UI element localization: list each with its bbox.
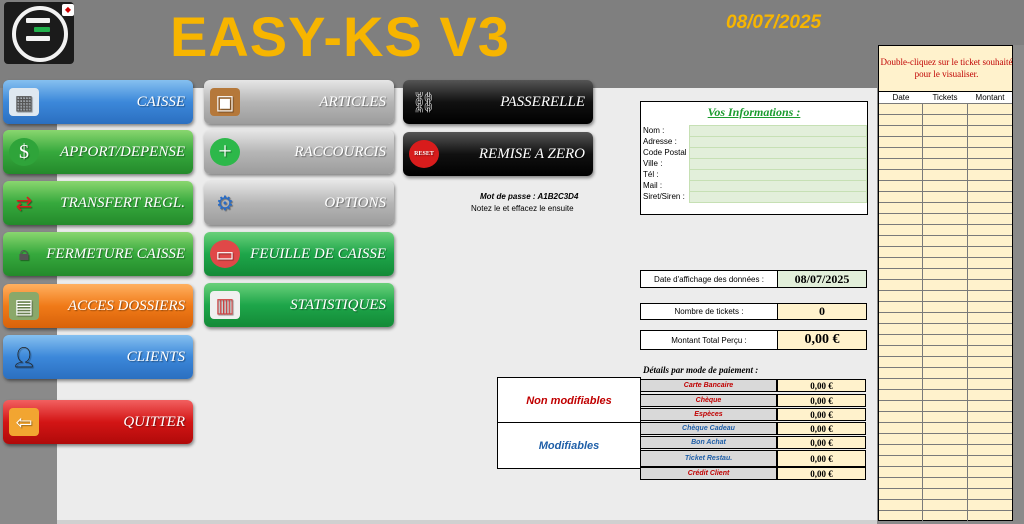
tickets-label: Nombre de tickets : [674,307,744,316]
quitter-button[interactable]: ⇦ QUITTER [3,400,193,444]
col-tickets-header: Tickets [932,93,958,102]
payment-amount: 0,00 € [777,408,866,421]
payment-name: Chèque Cadeau [640,422,777,435]
date-label-box: Date d'affichage des données : [640,270,778,288]
payment-name: Bon Achat [640,436,777,449]
password-note: Notez le et effacez le ensuite [471,204,574,213]
box-icon: ▣ [210,88,240,116]
info-form: Vos Informations : Nom : Adresse : Code … [640,101,868,215]
reset-button-icon: RESET [409,140,439,168]
header-bar [0,0,1024,88]
options-button[interactable]: ⚙ OPTIONS [204,181,394,225]
payment-name: Chèque [640,394,777,407]
plus-icon: + [210,138,240,166]
display-date-field[interactable]: 08/07/2025 [777,270,867,288]
folder-icon: ▤ [9,292,39,320]
chain-link-icon: ⛓ [411,91,437,114]
payment-amount[interactable]: 0,00 € [777,422,866,435]
group-modifiables: Modifiables [497,422,641,469]
acces-dossiers-button[interactable]: ▤ ACCES DOSSIERS [3,284,193,328]
tickets-count: 0 [777,303,867,320]
payment-details-title: Détails par mode de paiement : [643,365,759,375]
remise-a-zero-button[interactable]: RESET REMISE A ZERO [403,132,593,176]
tickets-table-body[interactable] [879,103,1012,521]
statistiques-button[interactable]: ▥ STATISTIQUES [204,283,394,327]
payment-name: Espèces [640,408,777,421]
total-label-box: Montant Total Perçu : [640,330,778,350]
total-label: Montant Total Perçu : [671,335,747,345]
group-non-modifiables: Non modifiables [497,377,641,424]
payment-amount[interactable]: 0,00 € [777,436,866,449]
gear-icon: ⚙ [216,192,234,215]
field-siret: Siret/Siren : [641,191,867,203]
right-margin [1013,45,1024,524]
padlock-icon: 🔒︎ [18,242,30,265]
payment-amount: 0,00 € [777,394,866,407]
apport-depense-button[interactable]: $ APPORT/DEPENSE [3,130,193,174]
articles-button[interactable]: ▣ ARTICLES [204,80,394,124]
payment-amount: 0,00 € [777,467,866,480]
cash-sheet-icon: ▭ [210,240,240,268]
header-date: 08/07/2025 [726,12,822,33]
chart-icon: ▥ [210,291,240,319]
user-icon: 👤︎ [11,346,37,369]
fermeture-caisse-button[interactable]: 🔒︎ FERMETURE CAISSE [3,232,193,276]
caisse-button[interactable]: ▦ CAISSE [3,80,193,124]
tickets-label-box: Nombre de tickets : [640,303,778,320]
payment-name: Crédit Client [640,467,777,480]
clients-button[interactable]: 👤︎ CLIENTS [3,335,193,379]
total-amount: 0,00 € [777,330,867,350]
exit-door-icon: ⇦ [9,408,39,436]
field-adresse: Adresse : [641,136,867,148]
payment-name: Carte Bancaire [640,379,777,392]
field-ville: Ville : [641,158,867,170]
date-label: Date d'affichage des données : [654,274,764,284]
field-mail: Mail : [641,180,867,192]
bottom-bar [57,520,877,524]
field-tel: Tél : [641,169,867,181]
money-icon: $ [9,138,39,166]
col-date-header: Date [892,93,910,102]
tickets-panel-message: Double-cliquez sur le ticket souhaité po… [880,57,1013,79]
transfer-arrows-icon: ⇄ [15,192,33,215]
payment-amount: 0,00 € [777,379,866,392]
col-montant-header: Montant [975,93,1005,102]
field-nom: Nom : [641,125,867,137]
app-logo: ◆ [4,2,74,64]
info-title: Vos Informations : [707,105,801,119]
payment-amount[interactable]: 0,00 € [777,450,866,467]
feuille-de-caisse-button[interactable]: ▭ FEUILLE DE CAISSE [204,232,394,276]
field-code-postal: Code Postal [641,147,867,159]
payment-name: Ticket Restau. [640,450,777,467]
badge-icon: ◆ [62,4,74,16]
siret-input[interactable] [689,191,867,203]
raccourcis-button[interactable]: + RACCOURCIS [204,130,394,174]
app-title: EASY-KS V3 [170,5,510,68]
cash-register-icon: ▦ [9,88,39,116]
password-hint: Mot de passe : A1B2C3D4 [480,192,579,201]
tickets-panel: Double-cliquez sur le ticket souhaité po… [878,45,1013,521]
passerelle-button[interactable]: ⛓ PASSERELLE [403,80,593,124]
transfert-regl-button[interactable]: ⇄ TRANSFERT REGL. [3,181,193,225]
